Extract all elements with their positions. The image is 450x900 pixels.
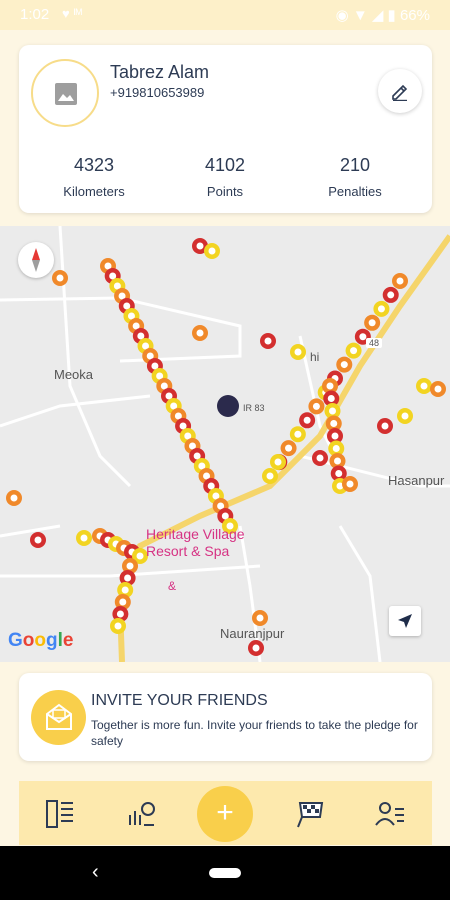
- route-marker-center: [264, 337, 272, 345]
- route-marker-center: [368, 319, 376, 327]
- route-marker-center: [274, 458, 282, 466]
- add-button[interactable]: +: [197, 786, 253, 842]
- route-marker-center: [124, 574, 132, 582]
- stat-label: Kilometers: [63, 184, 125, 199]
- stat-points: 4102 Points: [165, 155, 285, 199]
- route-marker-center: [56, 274, 64, 282]
- route-marker-center: [208, 247, 216, 255]
- status-right: ◉ ▼ ◢ ▮ 66%: [336, 6, 430, 24]
- compass-button[interactable]: [18, 242, 54, 278]
- invite-title: INVITE YOUR FRIENDS: [91, 692, 268, 709]
- invite-mail-icon: [31, 690, 86, 745]
- route-marker-center: [10, 494, 18, 502]
- stat-value: 4323: [73, 155, 115, 175]
- route-marker-center: [312, 402, 320, 410]
- avatar[interactable]: [31, 59, 99, 127]
- system-nav-bar: ‹: [0, 846, 450, 900]
- route-marker-center: [335, 470, 343, 477]
- route-marker-center: [114, 622, 122, 630]
- pencil-icon: [392, 84, 408, 101]
- signal-icons: ◉ ▼ ◢ ▮: [335, 7, 396, 24]
- route-marker-center: [377, 305, 385, 313]
- google-logo: Google: [8, 630, 74, 651]
- route-marker-center: [331, 432, 339, 440]
- compass-icon: [32, 248, 40, 272]
- user-name: Tabrez Alam: [110, 62, 210, 82]
- map-canvas[interactable]: [0, 226, 450, 662]
- stat-value: 210: [339, 155, 371, 175]
- route-marker-center: [294, 430, 302, 438]
- bottom-nav: +: [19, 781, 432, 845]
- route-marker-center: [316, 454, 324, 462]
- route-marker-center: [303, 416, 311, 424]
- route-marker-center: [381, 422, 389, 430]
- image-placeholder-icon: [55, 83, 77, 105]
- route-marker-center: [256, 614, 264, 622]
- route-marker-center: [196, 329, 204, 337]
- route-marker-center: [340, 361, 348, 369]
- route-map[interactable]: Meoka Hasanpur Nauranjpur 48 IR 83 hi He…: [0, 226, 450, 662]
- route-marker-center: [346, 480, 354, 488]
- map-label-hasanpur: Hasanpur: [388, 473, 445, 488]
- current-location-dot: [217, 395, 239, 417]
- invite-friends-card[interactable]: INVITE YOUR FRIENDS Together is more fun…: [19, 673, 432, 761]
- poi-amp: &: [168, 579, 177, 593]
- stat-penalties: 210 Penalties: [295, 155, 415, 199]
- edit-profile-button[interactable]: [378, 69, 422, 113]
- notification-icons: ♥ ᴵᴹ: [62, 6, 83, 21]
- road-shield-48: 48: [366, 338, 383, 348]
- invite-text: Together is more fun. Invite your friend…: [91, 718, 418, 748]
- route-marker-center: [401, 412, 409, 420]
- route-marker-center: [80, 534, 88, 542]
- route-marker-center: [396, 277, 404, 285]
- route-marker-center: [350, 347, 358, 355]
- map-label-nauranjpur: Nauranjpur: [220, 626, 285, 641]
- route-marker-center: [126, 562, 134, 570]
- poi-line-2: Resort & Spa: [146, 543, 230, 559]
- route-marker-center: [434, 385, 442, 393]
- battery-percent: 66%: [399, 7, 430, 24]
- route-marker-center: [329, 407, 336, 415]
- route-marker-center: [332, 445, 340, 452]
- route-markers: [6, 238, 446, 656]
- route-marker-center: [116, 610, 124, 618]
- stat-label: Points: [206, 184, 244, 199]
- my-location-button[interactable]: [389, 606, 421, 636]
- status-bar: 1:02 ♥ ᴵᴹ ◉ ▼ ◢ ▮ 66%: [0, 0, 450, 30]
- back-button[interactable]: ‹: [92, 861, 99, 884]
- route-marker-center: [387, 291, 395, 299]
- route-marker-center: [326, 382, 334, 390]
- stat-value: 4102: [204, 155, 246, 175]
- route-marker-center: [119, 598, 127, 606]
- route-marker-center: [285, 444, 293, 452]
- status-time: 1:02: [20, 6, 50, 23]
- route-marker-center: [294, 348, 302, 356]
- profile-list-icon[interactable]: [373, 797, 407, 831]
- map-label-hi: hi: [310, 350, 320, 364]
- map-label-meoka: Meoka: [54, 367, 94, 382]
- poi-heritage-village: Heritage Village Resort & Spa: [146, 526, 245, 560]
- route-marker-center: [330, 420, 338, 427]
- stat-kilometers: 4323 Kilometers: [34, 155, 154, 199]
- stat-label: Penalties: [328, 184, 382, 199]
- poi-line-1: Heritage Village: [146, 526, 245, 542]
- race-flag-icon[interactable]: [294, 797, 328, 831]
- route-marker-center: [334, 457, 341, 465]
- navigation-arrow-icon: [398, 614, 412, 628]
- route-marker-center: [34, 536, 42, 544]
- route-marker-center: [266, 472, 274, 480]
- dashboard-icon[interactable]: [43, 797, 77, 831]
- route-marker-center: [121, 586, 129, 594]
- route-marker-center: [420, 382, 428, 390]
- user-phone: +919810653989: [110, 85, 205, 100]
- profile-card: Tabrez Alam +919810653989 4323 Kilometer…: [19, 45, 432, 213]
- route-marker-center: [252, 644, 260, 652]
- route-marker-center: [136, 552, 144, 560]
- route-marker-center: [327, 395, 335, 402]
- route-marker-center: [196, 242, 204, 250]
- home-button[interactable]: [209, 868, 241, 878]
- stats-icon[interactable]: [124, 797, 158, 831]
- road-label-83: IR 83: [243, 403, 265, 413]
